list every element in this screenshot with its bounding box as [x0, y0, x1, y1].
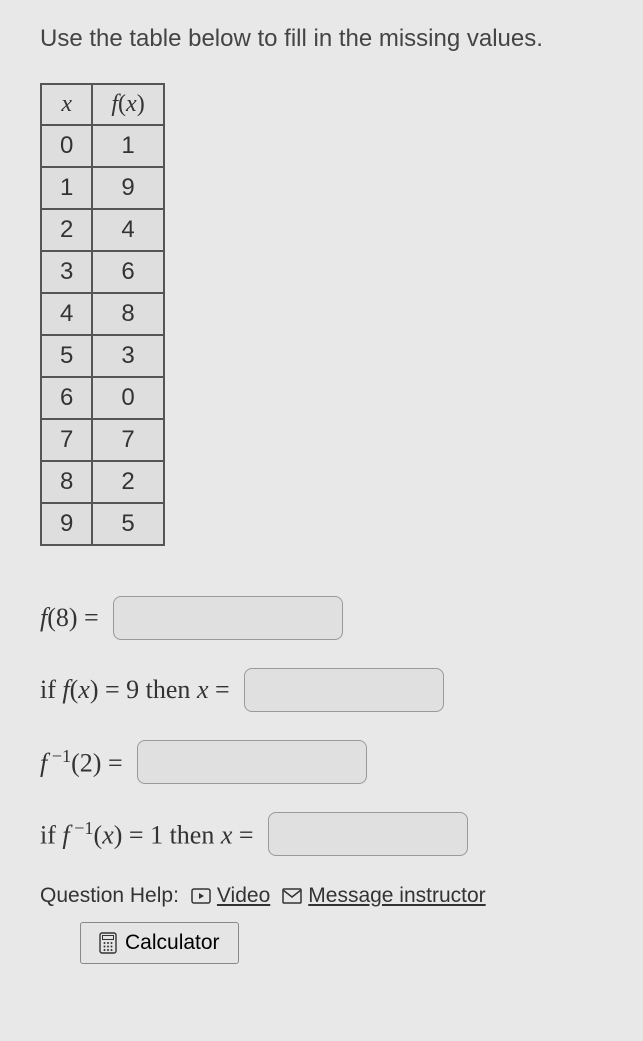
- cell-x: 1: [41, 167, 92, 209]
- q2-input[interactable]: [244, 668, 444, 712]
- cell-fx: 5: [92, 503, 163, 545]
- message-text: Message instructor: [308, 884, 485, 908]
- question-2: if f(x) = 9 then x =: [40, 668, 603, 712]
- table-row: 48: [41, 293, 164, 335]
- mail-icon: [282, 888, 302, 904]
- cell-fx: 6: [92, 251, 163, 293]
- calculator-text: Calculator: [125, 931, 220, 955]
- q1-input[interactable]: [113, 596, 343, 640]
- cell-x: 5: [41, 335, 92, 377]
- cell-x: 2: [41, 209, 92, 251]
- table-header-fx: f(x): [92, 84, 163, 125]
- calculator-icon: [99, 932, 117, 954]
- table-row: 53: [41, 335, 164, 377]
- table-row: 77: [41, 419, 164, 461]
- cell-x: 4: [41, 293, 92, 335]
- cell-fx: 3: [92, 335, 163, 377]
- cell-fx: 0: [92, 377, 163, 419]
- table-header-x: x: [41, 84, 92, 125]
- cell-fx: 8: [92, 293, 163, 335]
- instructions-text: Use the table below to fill in the missi…: [40, 25, 603, 53]
- table-row: 82: [41, 461, 164, 503]
- cell-fx: 7: [92, 419, 163, 461]
- table-row: 01: [41, 125, 164, 167]
- cell-x: 0: [41, 125, 92, 167]
- video-link[interactable]: Video: [191, 884, 270, 908]
- q4-label: if f −1(x) = 1 then x =: [40, 818, 254, 851]
- function-table: x f(x) 01 19 24 36 48 53 60 77 82 95: [40, 83, 165, 546]
- help-row: Question Help: Video Message instructor: [40, 884, 603, 908]
- cell-x: 8: [41, 461, 92, 503]
- message-link[interactable]: Message instructor: [282, 884, 485, 908]
- q1-label: f(8) =: [40, 603, 99, 633]
- help-label: Question Help:: [40, 884, 179, 908]
- cell-x: 6: [41, 377, 92, 419]
- table-row: 60: [41, 377, 164, 419]
- video-text: Video: [217, 884, 270, 908]
- video-icon: [191, 888, 211, 904]
- table-row: 36: [41, 251, 164, 293]
- q3-input[interactable]: [137, 740, 367, 784]
- question-4: if f −1(x) = 1 then x =: [40, 812, 603, 856]
- cell-x: 3: [41, 251, 92, 293]
- table-row: 19: [41, 167, 164, 209]
- q4-input[interactable]: [268, 812, 468, 856]
- question-1: f(8) =: [40, 596, 603, 640]
- table-body: 01 19 24 36 48 53 60 77 82 95: [41, 125, 164, 545]
- cell-x: 9: [41, 503, 92, 545]
- table-row: 95: [41, 503, 164, 545]
- question-3: f −1(2) =: [40, 740, 603, 784]
- cell-fx: 2: [92, 461, 163, 503]
- cell-fx: 9: [92, 167, 163, 209]
- q2-label: if f(x) = 9 then x =: [40, 675, 230, 705]
- cell-fx: 4: [92, 209, 163, 251]
- cell-fx: 1: [92, 125, 163, 167]
- cell-x: 7: [41, 419, 92, 461]
- q3-label: f −1(2) =: [40, 746, 123, 779]
- calculator-button[interactable]: Calculator: [80, 922, 239, 964]
- table-row: 24: [41, 209, 164, 251]
